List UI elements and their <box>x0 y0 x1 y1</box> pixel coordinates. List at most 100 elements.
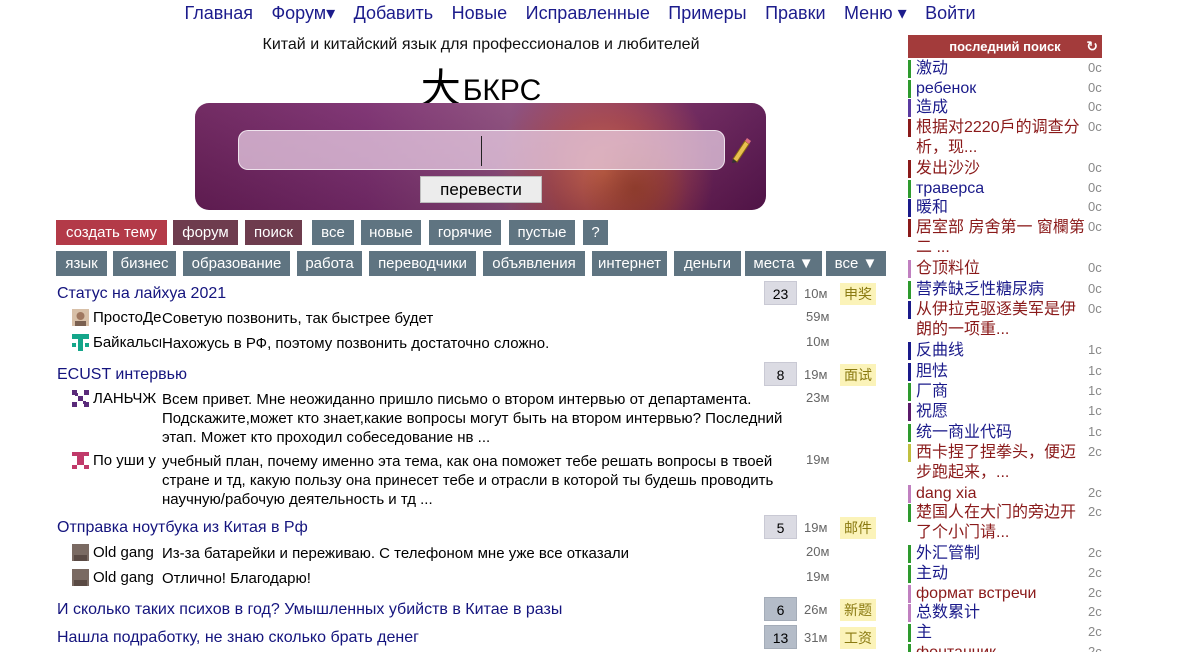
nav-forum[interactable]: Форум▾ <box>271 2 335 24</box>
refresh-icon[interactable]: ↻ <box>1086 35 1098 58</box>
pencil-icon[interactable] <box>729 137 751 163</box>
reply-author[interactable]: ПростоДе <box>93 309 161 326</box>
reply-text[interactable]: Нахожусь в РФ, поэтому позвонить достато… <box>162 334 802 353</box>
search-button[interactable]: поиск <box>245 220 302 245</box>
reply-text[interactable]: Отлично! Благодарю! <box>162 569 802 588</box>
reply-text[interactable]: Всем привет. Мне неожиданно пришло письм… <box>162 390 802 447</box>
recent-search-item[interactable]: 总数累计 2с <box>908 603 1102 623</box>
category-language[interactable]: язык <box>56 251 107 276</box>
recent-search-word[interactable]: 主动 <box>916 564 1092 584</box>
category-translators[interactable]: переводчики <box>369 251 476 276</box>
thread-title[interactable]: И сколько таких психов в год? Умышленных… <box>57 601 562 619</box>
recent-search-item[interactable]: 造成 0с <box>908 98 1102 118</box>
recent-search-item[interactable]: ребенок 0с <box>908 79 1102 99</box>
translate-button[interactable]: перевести <box>420 176 542 203</box>
recent-search-word[interactable]: 厂商 <box>916 382 1092 402</box>
filter-hot-button[interactable]: горячие <box>429 220 501 245</box>
recent-search-word[interactable]: dang xia <box>916 484 1092 504</box>
recent-search-item[interactable]: 居室部 房舍第一 窗欄第二 ... 0с <box>908 218 1102 258</box>
filter-all-button[interactable]: все <box>312 220 354 245</box>
category-internet[interactable]: интернет <box>592 251 667 276</box>
recent-search-word[interactable]: 仓顶料位 <box>916 259 1092 279</box>
recent-search-word[interactable]: 从伊拉克驱逐美军是伊朗的一项重... <box>908 300 1088 340</box>
thread-tag[interactable]: 面试 <box>840 364 876 386</box>
thread-title[interactable]: ECUST интервью <box>57 366 187 384</box>
thread-title[interactable]: Отправка ноутбука из Китая в Рф <box>57 519 308 537</box>
recent-search-item[interactable]: 反曲线 1с <box>908 341 1102 361</box>
recent-search-word[interactable]: 反曲线 <box>916 341 1092 361</box>
recent-search-word[interactable]: 西卡捏了捏拳头，便迈步跑起来，... <box>908 443 1088 483</box>
forum-button[interactable]: форум <box>173 220 238 245</box>
recent-search-word[interactable]: ребенок <box>916 79 1092 99</box>
thread-title[interactable]: Нашла подработку, не знаю сколько брать … <box>57 629 419 647</box>
nav-edits[interactable]: Правки <box>765 2 825 24</box>
recent-search-word[interactable]: 暖和 <box>916 198 1092 218</box>
category-money[interactable]: деньги <box>674 251 741 276</box>
recent-search-word[interactable]: 造成 <box>916 98 1092 118</box>
nav-menu[interactable]: Меню ▾ <box>844 2 907 24</box>
recent-search-word[interactable]: 激动 <box>916 59 1092 79</box>
recent-search-word[interactable]: 祝愿 <box>916 402 1092 422</box>
category-ads[interactable]: объявления <box>483 251 585 276</box>
recent-search-item[interactable]: 胆怯 1с <box>908 362 1102 382</box>
thread-title[interactable]: Статус на лайхуа 2021 <box>57 285 226 303</box>
all-dropdown[interactable]: все ▼ <box>826 251 886 276</box>
recent-search-word[interactable]: фонтанчик <box>916 643 1092 652</box>
category-business[interactable]: бизнес <box>113 251 176 276</box>
recent-search-word[interactable]: траверса <box>916 179 1092 199</box>
recent-search-item[interactable]: траверса 0с <box>908 179 1102 199</box>
recent-search-item[interactable]: 仓顶料位 0с <box>908 259 1102 279</box>
nav-home[interactable]: Главная <box>184 2 253 24</box>
avatar[interactable] <box>72 569 89 586</box>
thread-tag[interactable]: 新题 <box>840 599 876 621</box>
reply-text[interactable]: Советую позвонить, так быстрее будет <box>162 309 802 328</box>
recent-search-item[interactable]: 根据对2220戶的调查分析，现... 0с <box>908 118 1102 158</box>
recent-search-item[interactable]: фонтанчик2с <box>908 643 1102 652</box>
recent-search-word[interactable]: 总数累计 <box>916 603 1092 623</box>
recent-search-word[interactable]: 外汇管制 <box>916 544 1092 564</box>
recent-search-word[interactable]: 统一商业代码 <box>916 423 1092 443</box>
nav-new[interactable]: Новые <box>452 2 508 24</box>
category-education[interactable]: образование <box>183 251 290 276</box>
nav-login[interactable]: Войти <box>925 2 975 24</box>
recent-search-item[interactable]: 从伊拉克驱逐美军是伊朗的一项重... 0с <box>908 300 1102 340</box>
recent-search-word[interactable]: 居室部 房舍第一 窗欄第二 ... <box>908 218 1088 258</box>
recent-search-item[interactable]: 主动 2с <box>908 564 1102 584</box>
avatar[interactable] <box>72 544 89 561</box>
avatar[interactable] <box>72 309 89 326</box>
recent-search-word[interactable]: 营养缺乏性糖尿病 <box>916 280 1092 300</box>
nav-examples[interactable]: Примеры <box>668 2 746 24</box>
nav-add[interactable]: Добавить <box>354 2 434 24</box>
category-work[interactable]: работа <box>297 251 362 276</box>
reply-author[interactable]: Байкальск <box>93 334 161 351</box>
reply-author[interactable]: Old gang <box>93 569 161 586</box>
recent-search-item[interactable]: 统一商业代码 1с <box>908 423 1102 443</box>
places-dropdown[interactable]: места ▼ <box>745 251 822 276</box>
recent-search-word[interactable]: 发出沙沙 <box>916 159 1092 179</box>
recent-search-item[interactable]: 厂商 1с <box>908 382 1102 402</box>
recent-search-word[interactable]: 根据对2220戶的调查分析，现... <box>908 118 1088 158</box>
recent-search-item[interactable]: 外汇管制 2с <box>908 544 1102 564</box>
avatar[interactable] <box>72 334 89 351</box>
reply-text[interactable]: учебный план, почему именно эта тема, ка… <box>162 452 802 509</box>
recent-search-word[interactable]: 胆怯 <box>916 362 1092 382</box>
recent-search-item[interactable]: 发出沙沙 0с <box>908 159 1102 179</box>
avatar[interactable] <box>72 452 89 469</box>
recent-search-item[interactable]: формат встречи 2с <box>908 584 1102 604</box>
filter-new-button[interactable]: новые <box>361 220 421 245</box>
recent-search-item[interactable]: 祝愿 1с <box>908 402 1102 422</box>
nav-corrected[interactable]: Исправленные <box>526 2 650 24</box>
recent-search-item[interactable]: dang xia 2с <box>908 484 1102 504</box>
recent-search-item[interactable]: 主 2с <box>908 623 1102 643</box>
thread-tag[interactable]: 工资 <box>840 627 876 649</box>
thread-tag[interactable]: 邮件 <box>840 517 876 539</box>
recent-search-word[interactable]: 主 <box>916 623 1092 643</box>
reply-text[interactable]: Из-за батарейки и переживаю. С телефоном… <box>162 544 802 563</box>
avatar[interactable] <box>72 390 89 407</box>
recent-search-item[interactable]: 营养缺乏性糖尿病 0с <box>908 280 1102 300</box>
thread-tag[interactable]: 申奖 <box>840 283 876 305</box>
filter-empty-button[interactable]: пустые <box>509 220 575 245</box>
recent-search-item[interactable]: 暖和 0с <box>908 198 1102 218</box>
reply-author[interactable]: Old gang <box>93 544 161 561</box>
recent-search-word[interactable]: 楚国人在大门的旁边开了个小门请... <box>908 503 1088 543</box>
